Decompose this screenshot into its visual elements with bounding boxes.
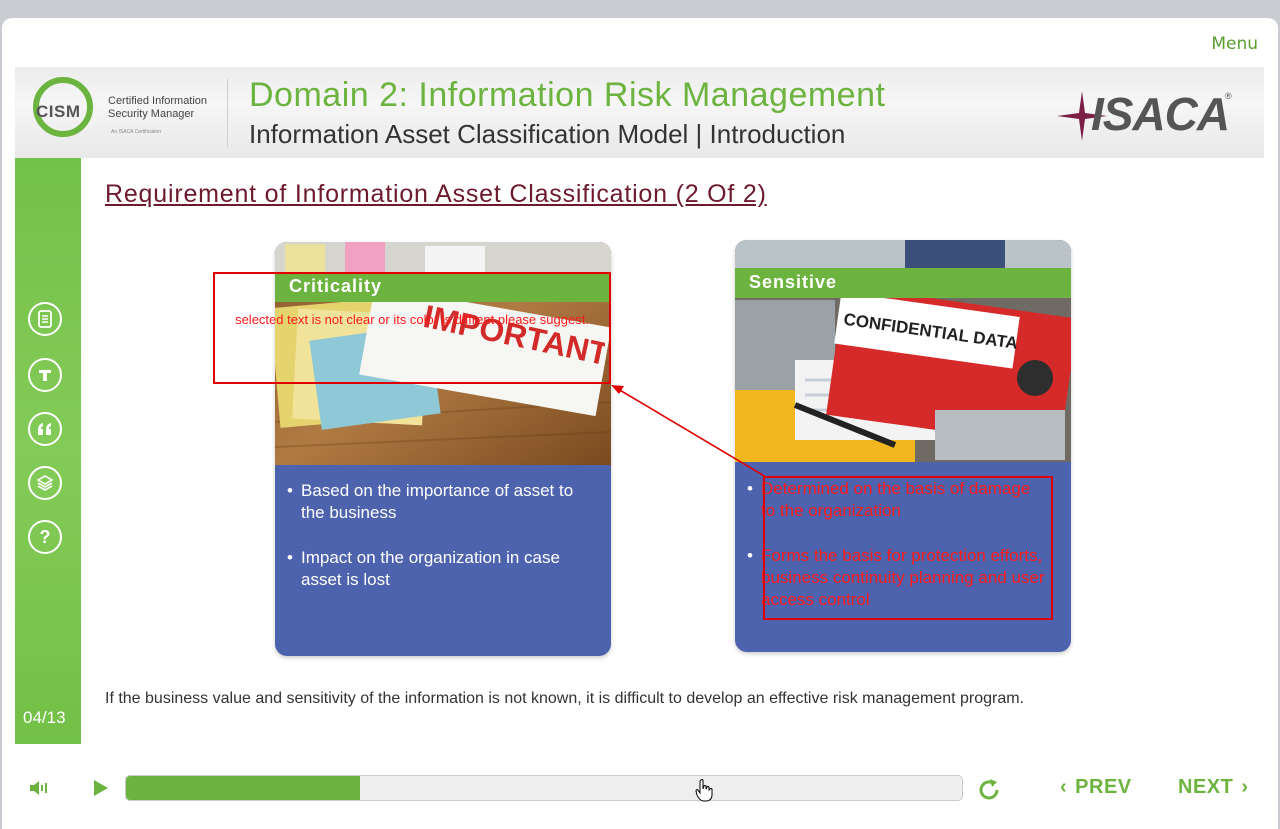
transcript-icon[interactable] xyxy=(28,358,62,392)
playback-controls: ‹ PREV NEXT › xyxy=(0,760,1280,820)
cism-tagline: An ISACA Certification xyxy=(111,129,162,135)
isaca-wordmark: ISACA xyxy=(1091,88,1230,140)
replay-icon[interactable] xyxy=(975,776,1003,804)
progress-fill xyxy=(126,776,361,800)
menu-link[interactable]: Menu xyxy=(1211,34,1258,54)
chevron-right-icon: › xyxy=(1241,776,1249,798)
subtitle: Information Asset Classification Model |… xyxy=(249,119,846,149)
header-divider xyxy=(227,79,228,147)
domain-title: Domain 2: Information Risk Management xyxy=(249,76,886,114)
annotation-box-criticality xyxy=(213,272,611,384)
isaca-reg-mark: ® xyxy=(1225,91,1232,101)
page-counter: 04/13 xyxy=(23,708,66,727)
cism-line2: Security Manager xyxy=(108,108,195,120)
next-label: NEXT xyxy=(1178,776,1234,798)
cism-line1: Certified Information xyxy=(108,95,208,107)
prev-label: PREV xyxy=(1075,776,1132,798)
annotation-box-sensitive xyxy=(763,476,1053,620)
play-icon[interactable] xyxy=(90,778,110,798)
chevron-left-icon: ‹ xyxy=(1060,776,1068,798)
cism-logo: CISM Certified Information Security Mana… xyxy=(33,77,213,147)
notes-icon[interactable] xyxy=(28,302,62,336)
next-button[interactable]: NEXT › xyxy=(1178,776,1249,799)
layers-icon[interactable] xyxy=(28,466,62,500)
footnote: If the business value and sensitivity of… xyxy=(105,690,1024,707)
list-item: Based on the importance of asset to the … xyxy=(287,480,587,524)
left-rail: ? 04/13 xyxy=(15,158,81,744)
list-item: Impact on the organization in case asset… xyxy=(287,547,587,591)
volume-icon[interactable] xyxy=(28,778,52,798)
sensitive-heading: Sensitive xyxy=(735,268,1071,298)
quote-icon[interactable] xyxy=(28,412,62,446)
progress-bar[interactable] xyxy=(125,775,963,801)
hand-cursor-icon xyxy=(695,779,713,802)
prev-button[interactable]: ‹ PREV xyxy=(1060,776,1132,799)
criticality-bullets: Based on the importance of asset to the … xyxy=(287,480,587,614)
cism-mark: CISM xyxy=(36,102,81,121)
slide-title: Requirement of Information Asset Classif… xyxy=(105,180,767,208)
isaca-logo: ISACA ® xyxy=(1055,85,1235,141)
annotation-note: selected text is not clear or its color … xyxy=(235,312,589,327)
header-banner: CISM Certified Information Security Mana… xyxy=(15,67,1264,158)
help-icon[interactable]: ? xyxy=(28,520,62,554)
